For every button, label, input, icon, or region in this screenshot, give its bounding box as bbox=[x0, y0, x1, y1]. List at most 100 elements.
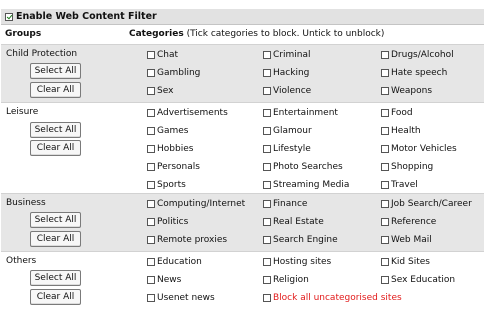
category-checkbox[interactable] bbox=[381, 51, 389, 59]
category-checkbox[interactable] bbox=[263, 181, 271, 189]
category-label: Violence bbox=[273, 86, 312, 96]
category-checkbox[interactable] bbox=[263, 236, 271, 244]
category-religion[interactable]: Religion bbox=[263, 275, 309, 285]
category-checkbox[interactable] bbox=[263, 258, 271, 266]
category-checkbox[interactable] bbox=[381, 236, 389, 244]
category-label: Finance bbox=[273, 199, 308, 209]
category-usenet-news[interactable]: Usenet news bbox=[147, 293, 215, 303]
category-gambling[interactable]: Gambling bbox=[147, 68, 200, 78]
category-hobbies[interactable]: Hobbies bbox=[147, 144, 193, 154]
category-food[interactable]: Food bbox=[381, 108, 413, 118]
category-lifestyle[interactable]: Lifestyle bbox=[263, 144, 311, 154]
select-all-button[interactable]: Select All bbox=[30, 122, 81, 138]
category-checkbox[interactable] bbox=[147, 276, 155, 284]
category-sex-education[interactable]: Sex Education bbox=[381, 275, 455, 285]
category-checkbox[interactable] bbox=[381, 109, 389, 117]
category-search-engine[interactable]: Search Engine bbox=[263, 235, 338, 245]
category-checkbox[interactable] bbox=[381, 127, 389, 135]
select-all-button[interactable]: Select All bbox=[30, 270, 81, 286]
category-advertisements[interactable]: Advertisements bbox=[147, 108, 228, 118]
category-checkbox[interactable] bbox=[147, 181, 155, 189]
category-checkbox[interactable] bbox=[147, 69, 155, 77]
category-checkbox[interactable] bbox=[147, 87, 155, 95]
category-drugs-alcohol[interactable]: Drugs/Alcohol bbox=[381, 50, 454, 60]
category-checkbox[interactable] bbox=[263, 51, 271, 59]
category-checkbox[interactable] bbox=[381, 163, 389, 171]
category-checkbox[interactable] bbox=[263, 294, 271, 302]
category-checkbox[interactable] bbox=[263, 69, 271, 77]
category-photo-searches[interactable]: Photo Searches bbox=[263, 162, 343, 172]
category-job-search-career[interactable]: Job Search/Career bbox=[381, 199, 472, 209]
category-checkbox[interactable] bbox=[263, 109, 271, 117]
category-checkbox[interactable] bbox=[381, 200, 389, 208]
category-real-estate[interactable]: Real Estate bbox=[263, 217, 324, 227]
clear-all-button[interactable]: Clear All bbox=[30, 231, 81, 247]
category-checkbox[interactable] bbox=[147, 200, 155, 208]
clear-all-button[interactable]: Clear All bbox=[30, 82, 81, 98]
category-shopping[interactable]: Shopping bbox=[381, 162, 433, 172]
category-checkbox[interactable] bbox=[147, 236, 155, 244]
category-entertainment[interactable]: Entertainment bbox=[263, 108, 338, 118]
category-checkbox[interactable] bbox=[147, 109, 155, 117]
category-checkbox[interactable] bbox=[147, 51, 155, 59]
group-name: Business bbox=[6, 198, 46, 208]
category-block-uncategorised[interactable]: Block all uncategorised sites bbox=[263, 293, 402, 303]
category-travel[interactable]: Travel bbox=[381, 180, 418, 190]
category-hosting-sites[interactable]: Hosting sites bbox=[263, 257, 331, 267]
category-remote-proxies[interactable]: Remote proxies bbox=[147, 235, 227, 245]
category-checkbox[interactable] bbox=[381, 69, 389, 77]
category-chat[interactable]: Chat bbox=[147, 50, 178, 60]
category-label: Chat bbox=[157, 50, 179, 60]
category-computing-internet[interactable]: Computing/Internet bbox=[147, 199, 245, 209]
category-checkbox[interactable] bbox=[263, 145, 271, 153]
category-glamour[interactable]: Glamour bbox=[263, 126, 312, 136]
clear-all-button[interactable]: Clear All bbox=[30, 140, 81, 156]
category-kid-sites[interactable]: Kid Sites bbox=[381, 257, 430, 267]
category-hacking[interactable]: Hacking bbox=[263, 68, 309, 78]
category-label: Personals bbox=[157, 162, 200, 172]
category-checkbox[interactable] bbox=[263, 127, 271, 135]
select-all-button[interactable]: Select All bbox=[30, 63, 81, 79]
clear-all-button[interactable]: Clear All bbox=[30, 289, 81, 305]
group-name: Leisure bbox=[6, 107, 39, 117]
category-checkbox[interactable] bbox=[263, 87, 271, 95]
category-label: Criminal bbox=[273, 50, 311, 60]
category-criminal[interactable]: Criminal bbox=[263, 50, 310, 60]
select-all-button[interactable]: Select All bbox=[30, 212, 81, 228]
category-checkbox[interactable] bbox=[381, 87, 389, 95]
category-checkbox[interactable] bbox=[381, 145, 389, 153]
category-checkbox[interactable] bbox=[147, 163, 155, 171]
category-politics[interactable]: Politics bbox=[147, 217, 188, 227]
category-hate-speech[interactable]: Hate speech bbox=[381, 68, 447, 78]
category-checkbox[interactable] bbox=[263, 200, 271, 208]
category-streaming-media[interactable]: Streaming Media bbox=[263, 180, 349, 190]
category-checkbox[interactable] bbox=[263, 276, 271, 284]
category-checkbox[interactable] bbox=[147, 258, 155, 266]
enable-filter-checkbox[interactable] bbox=[5, 12, 13, 21]
category-violence[interactable]: Violence bbox=[263, 86, 311, 96]
category-games[interactable]: Games bbox=[147, 126, 188, 136]
category-checkbox[interactable] bbox=[147, 127, 155, 135]
category-label: Web Mail bbox=[391, 235, 432, 245]
category-weapons[interactable]: Weapons bbox=[381, 86, 432, 96]
category-news[interactable]: News bbox=[147, 275, 181, 285]
category-education[interactable]: Education bbox=[147, 257, 202, 267]
category-health[interactable]: Health bbox=[381, 126, 421, 136]
category-checkbox[interactable] bbox=[147, 145, 155, 153]
category-web-mail[interactable]: Web Mail bbox=[381, 235, 432, 245]
category-finance[interactable]: Finance bbox=[263, 199, 307, 209]
category-checkbox[interactable] bbox=[263, 163, 271, 171]
category-label: Usenet news bbox=[157, 293, 215, 303]
category-checkbox[interactable] bbox=[381, 218, 389, 226]
category-checkbox[interactable] bbox=[381, 181, 389, 189]
category-motor-vehicles[interactable]: Motor Vehicles bbox=[381, 144, 457, 154]
category-sex[interactable]: Sex bbox=[147, 86, 173, 96]
category-sports[interactable]: Sports bbox=[147, 180, 186, 190]
category-checkbox[interactable] bbox=[147, 218, 155, 226]
category-checkbox[interactable] bbox=[147, 294, 155, 302]
category-personals[interactable]: Personals bbox=[147, 162, 200, 172]
category-reference[interactable]: Reference bbox=[381, 217, 436, 227]
category-checkbox[interactable] bbox=[381, 276, 389, 284]
category-checkbox[interactable] bbox=[381, 258, 389, 266]
category-checkbox[interactable] bbox=[263, 218, 271, 226]
